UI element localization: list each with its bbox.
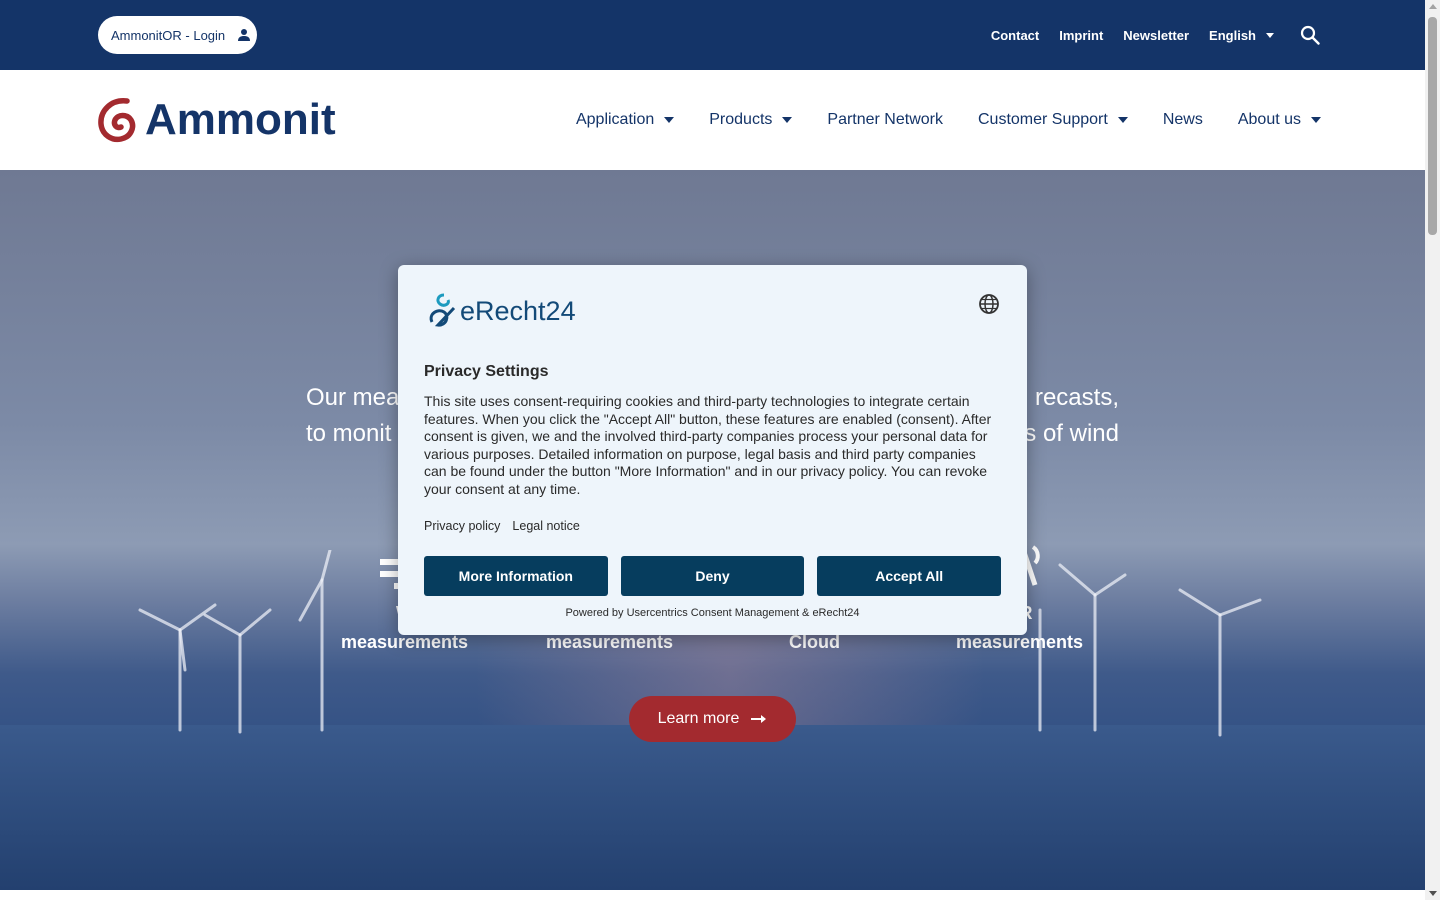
vertical-scrollbar[interactable] bbox=[1425, 0, 1440, 900]
learn-more-label: Learn more bbox=[657, 710, 740, 727]
erecht24-brand-text: eRecht24 bbox=[460, 295, 576, 326]
utility-links: Contact Imprint Newsletter English bbox=[991, 0, 1320, 70]
top-utility-bar: AmmonitOR - Login Contact Imprint Newsle… bbox=[0, 0, 1425, 70]
scroll-up-arrow-icon[interactable] bbox=[1429, 4, 1437, 9]
nav-partner-network[interactable]: Partner Network bbox=[827, 111, 943, 129]
nav-products[interactable]: Products bbox=[709, 111, 793, 129]
hero-line2-left: to monit bbox=[306, 420, 392, 447]
chevron-down-icon bbox=[782, 117, 793, 123]
erecht24-logo: eRecht24 bbox=[424, 291, 1001, 331]
nav-partner-network-label: Partner Network bbox=[827, 111, 943, 128]
hero-line1-right: recasts, bbox=[1034, 384, 1119, 411]
erecht24-mark-icon bbox=[429, 293, 456, 327]
deny-button[interactable]: Deny bbox=[620, 555, 805, 596]
legal-notice-link[interactable]: Legal notice bbox=[512, 519, 579, 533]
chevron-down-icon bbox=[664, 117, 675, 123]
privacy-settings-title: Privacy Settings bbox=[424, 363, 549, 380]
user-icon bbox=[238, 29, 251, 41]
page-bottom-edge bbox=[0, 890, 1425, 900]
nav-news-label: News bbox=[1162, 111, 1203, 128]
chevron-down-icon bbox=[1311, 117, 1321, 123]
more-information-button[interactable]: More Information bbox=[424, 555, 608, 596]
language-label: English bbox=[1209, 27, 1256, 43]
powered-by-text: Powered by Usercentrics Consent Manageme… bbox=[565, 606, 860, 619]
language-selector[interactable]: English bbox=[1209, 28, 1274, 43]
chevron-down-icon bbox=[1117, 117, 1128, 123]
nav-about-us-label: About us bbox=[1237, 111, 1301, 128]
imprint-link[interactable]: Imprint bbox=[1059, 28, 1103, 43]
arrow-right-icon bbox=[751, 715, 767, 723]
nav-products-label: Products bbox=[709, 111, 773, 128]
nav-about-us[interactable]: About us bbox=[1238, 111, 1321, 129]
consent-buttons: More Information Deny Accept All bbox=[424, 555, 1002, 596]
ammonitor-login-button[interactable]: AmmonitOR - Login bbox=[98, 16, 257, 54]
main-navigation: Application Products Partner Network Cus… bbox=[576, 70, 1321, 170]
consent-links: Privacy policy Legal notice bbox=[424, 519, 1001, 533]
accept-all-button[interactable]: Accept All bbox=[817, 555, 1002, 596]
contact-link[interactable]: Contact bbox=[991, 28, 1039, 43]
hero-line2-right: s of wind bbox=[1024, 420, 1119, 447]
chevron-down-icon bbox=[1266, 32, 1274, 38]
scrollbar-thumb[interactable] bbox=[1428, 17, 1437, 235]
search-icon[interactable] bbox=[1300, 25, 1320, 45]
login-label: AmmonitOR - Login bbox=[111, 27, 226, 43]
globe-language-icon[interactable] bbox=[978, 293, 1000, 315]
ammonit-logo-mark-icon bbox=[98, 98, 136, 143]
nav-application-label: Application bbox=[575, 111, 655, 128]
scroll-down-arrow-icon[interactable] bbox=[1429, 891, 1437, 896]
privacy-policy-link[interactable]: Privacy policy bbox=[424, 519, 500, 533]
hero-line1-left: Our mea bbox=[306, 384, 400, 411]
nav-customer-support[interactable]: Customer Support bbox=[978, 111, 1128, 129]
nav-customer-support-label: Customer Support bbox=[977, 111, 1108, 128]
main-header: Ammonit Application Products Partner Net… bbox=[0, 70, 1425, 170]
privacy-consent-dialog: eRecht24 Privacy Settings This site uses… bbox=[398, 265, 1027, 635]
nav-application[interactable]: Application bbox=[575, 111, 675, 129]
nav-news[interactable]: News bbox=[1163, 111, 1203, 129]
ammonit-logo[interactable]: Ammonit bbox=[97, 97, 336, 143]
learn-more-button[interactable]: Learn more bbox=[629, 696, 796, 742]
privacy-settings-body: This site uses consent-requiring cookies… bbox=[424, 393, 992, 497]
newsletter-link[interactable]: Newsletter bbox=[1123, 28, 1189, 43]
logo-text: Ammonit bbox=[145, 95, 336, 144]
